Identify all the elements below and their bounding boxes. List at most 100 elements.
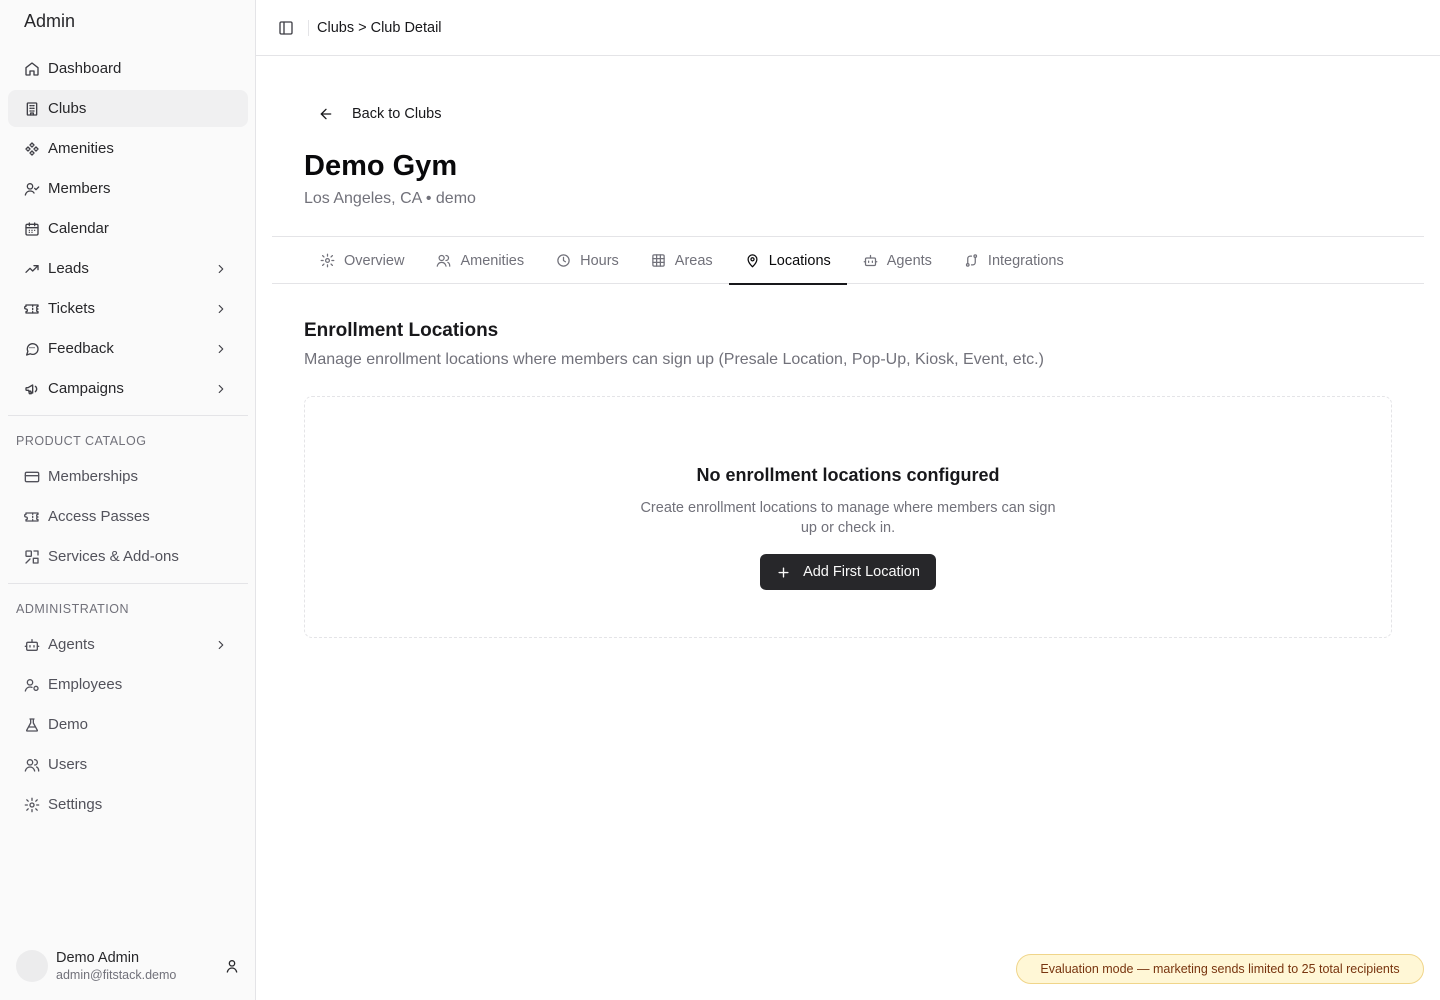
tab-amenities[interactable]: Amenities: [420, 237, 540, 284]
sidebar-item-calendar[interactable]: Calendar: [8, 210, 248, 247]
tab-label: Agents: [886, 252, 932, 269]
users-icon: [24, 757, 40, 773]
sidebar-item-campaigns[interactable]: Campaigns: [8, 370, 248, 407]
user-check-icon: [24, 181, 40, 197]
sidebar-item-label: Leads: [48, 260, 89, 277]
sidebar-toggle-icon[interactable]: [278, 20, 294, 36]
chevron-right-icon[interactable]: [214, 638, 228, 652]
tab-label: Integrations: [987, 252, 1064, 269]
tab-label: Hours: [580, 252, 619, 269]
services-icon: [24, 549, 40, 565]
sidebar-item-memberships[interactable]: Memberships: [8, 458, 248, 495]
brand-title: Admin: [24, 11, 76, 31]
sidebar: Admin Dashboard Clubs Amenities Members Cale…: [0, 0, 256, 1000]
map-pin-icon: [745, 253, 760, 268]
tab-label: Areas: [674, 252, 713, 269]
chevron-right-icon[interactable]: [214, 302, 228, 316]
group-label-administration: ADMINISTRATION: [16, 602, 130, 616]
back-label: Back to Clubs: [352, 106, 442, 122]
sidebar-item-agents[interactable]: Agents: [8, 626, 248, 663]
sidebar-item-label: Clubs: [48, 100, 87, 117]
gear-icon: [24, 797, 40, 813]
sidebar-item-label: Memberships: [48, 468, 139, 485]
avatar: [16, 950, 48, 982]
tab-agents[interactable]: Agents: [847, 237, 948, 284]
ticket-icon: [24, 301, 40, 317]
section-title: Enrollment Locations: [304, 320, 499, 341]
add-first-location-button[interactable]: Add First Location: [760, 554, 936, 590]
sidebar-item-label: Employees: [48, 676, 123, 693]
bot-icon: [24, 637, 40, 653]
group-label-product-catalog: PRODUCT CATALOG: [16, 434, 147, 448]
tab-bar: Overview Amenities Hours Areas Locations Agen…: [272, 236, 1424, 285]
credit-card-icon: [24, 469, 40, 485]
breadcrumb: Clubs > Club Detail: [317, 19, 442, 36]
sidebar-item-label: Members: [48, 180, 111, 197]
evaluation-mode-banner: Evaluation mode — marketing sends limite…: [1016, 954, 1424, 984]
building-icon: [24, 101, 40, 117]
chevron-right-icon[interactable]: [214, 342, 228, 356]
sidebar-item-label: Users: [48, 756, 88, 773]
chevron-right-icon[interactable]: [214, 262, 228, 276]
calendar-icon: [24, 221, 40, 237]
tab-label: Overview: [344, 252, 405, 269]
add-first-location-label: Add First Location: [803, 564, 920, 580]
sidebar-item-label: Services & Add-ons: [48, 548, 179, 565]
sidebar-item-label: Dashboard: [48, 60, 122, 77]
sidebar-item-clubs[interactable]: Clubs: [8, 90, 248, 127]
sidebar-item-label: Settings: [48, 796, 103, 813]
sidebar-item-settings[interactable]: Settings: [8, 786, 248, 823]
sidebar-item-amenities[interactable]: Amenities: [8, 130, 248, 167]
grid-icon: [651, 253, 666, 268]
megaphone-icon: [24, 381, 40, 397]
amenities-icon: [24, 141, 40, 157]
header-divider: [308, 19, 309, 36]
gear-icon: [320, 253, 335, 268]
tab-areas[interactable]: Areas: [635, 237, 729, 284]
empty-state-title: No enrollment locations configured: [696, 465, 1000, 485]
tab-label: Locations: [768, 252, 831, 269]
tab-label: Amenities: [460, 252, 525, 269]
ticket-icon: [24, 509, 40, 525]
sidebar-item-users[interactable]: Users: [8, 746, 248, 783]
sidebar-item-leads[interactable]: Leads: [8, 250, 248, 287]
user-name: Demo Admin: [56, 950, 140, 966]
user-icon[interactable]: [224, 958, 240, 974]
sidebar-item-dashboard[interactable]: Dashboard: [8, 50, 248, 87]
sidebar-item-access-passes[interactable]: Access Passes: [8, 498, 248, 535]
sidebar-item-feedback[interactable]: Feedback: [8, 330, 248, 367]
user-profile[interactable]: Demo Admin admin@fitstack.demo: [16, 946, 240, 986]
sidebar-item-label: Access Passes: [48, 508, 150, 525]
chevron-right-icon[interactable]: [214, 382, 228, 396]
sidebar-item-members[interactable]: Members: [8, 170, 248, 207]
user-email: admin@fitstack.demo: [56, 968, 177, 982]
clock-icon: [556, 253, 571, 268]
sidebar-item-services-and-add-ons[interactable]: Services & Add-ons: [8, 538, 248, 575]
page-subtitle: Los Angeles, CA • demo: [304, 190, 476, 207]
sidebar-item-demo[interactable]: Demo: [8, 706, 248, 743]
tab-overview[interactable]: Overview: [304, 237, 420, 284]
arrow-left-icon: [318, 106, 334, 122]
section-description: Manage enrollment locations where member…: [304, 351, 1044, 368]
users-icon: [436, 253, 451, 268]
bot-icon: [863, 253, 878, 268]
tab-hours[interactable]: Hours: [540, 237, 635, 284]
empty-state-description: Create enrollment locations to manage wh…: [640, 500, 1056, 536]
page-title: Demo Gym: [304, 150, 458, 182]
message-icon: [24, 341, 40, 357]
flask-icon: [24, 717, 40, 733]
tab-integrations[interactable]: Integrations: [948, 237, 1080, 284]
user-cog-icon: [24, 677, 40, 693]
sidebar-item-tickets[interactable]: Tickets: [8, 290, 248, 327]
empty-state: No enrollment locations configured Creat…: [304, 396, 1392, 638]
sidebar-item-label: Feedback: [48, 340, 114, 357]
sidebar-nav: Dashboard Clubs Amenities Members Calendar Le…: [8, 50, 248, 826]
plus-icon: [776, 565, 791, 580]
sidebar-item-label: Demo: [48, 716, 89, 733]
back-to-clubs-button[interactable]: Back to Clubs: [304, 100, 441, 128]
tab-locations[interactable]: Locations: [728, 237, 847, 285]
home-icon: [24, 61, 40, 77]
sidebar-item-label: Tickets: [48, 300, 95, 317]
sidebar-item-employees[interactable]: Employees: [8, 666, 248, 703]
trending-up-icon: [24, 261, 40, 277]
